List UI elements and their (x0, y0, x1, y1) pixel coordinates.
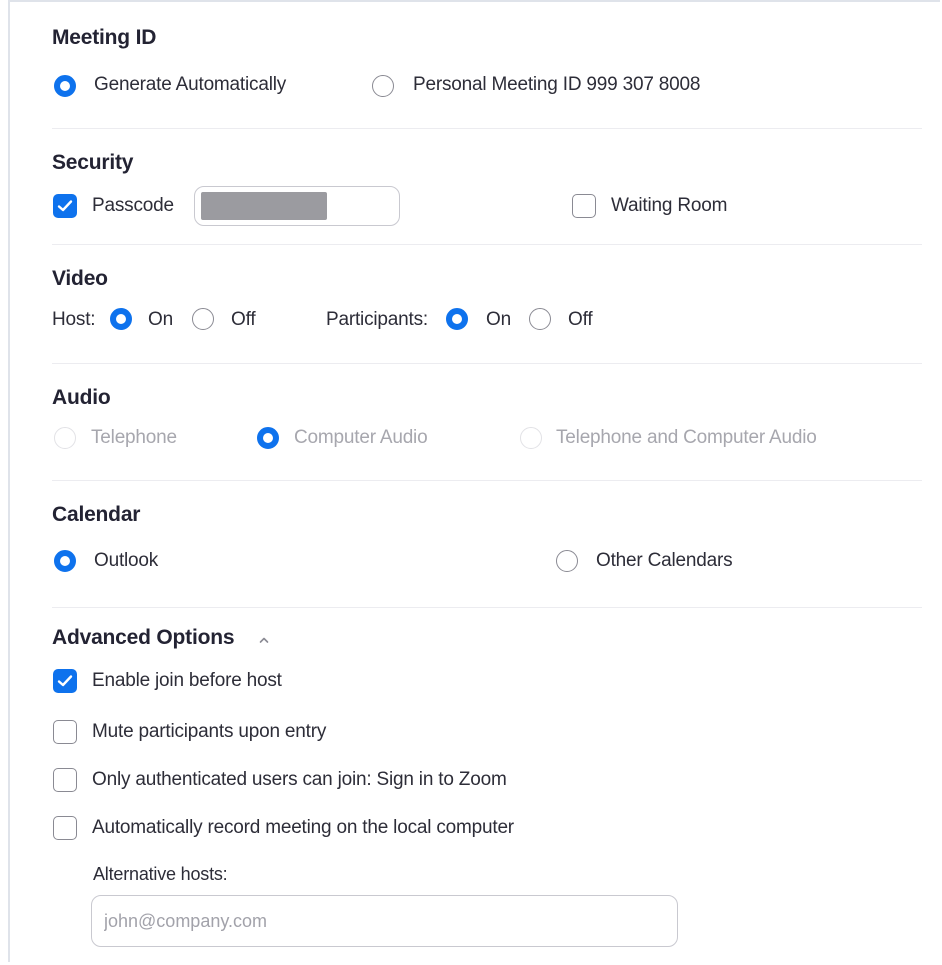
computer-audio-radio[interactable] (257, 427, 279, 449)
outlook-radio[interactable] (54, 550, 76, 572)
telephone-label[interactable]: Telephone (91, 427, 177, 449)
alternative-hosts-input[interactable] (91, 895, 678, 947)
meeting-id-heading: Meeting ID (52, 26, 157, 49)
passcode-checkbox[interactable] (53, 194, 77, 218)
divider (52, 607, 922, 608)
divider (52, 128, 922, 129)
waiting-room-checkbox[interactable] (572, 194, 596, 218)
telephone-and-computer-audio-label[interactable]: Telephone and Computer Audio (556, 427, 817, 449)
telephone-and-computer-audio-radio[interactable] (520, 427, 542, 449)
auto-record-label[interactable]: Automatically record meeting on the loca… (92, 817, 514, 839)
participants-video-off-label[interactable]: Off (568, 309, 593, 331)
alternative-hosts-label: Alternative hosts: (93, 864, 228, 884)
chevron-up-icon[interactable] (258, 634, 270, 646)
personal-meeting-id-label[interactable]: Personal Meeting ID 999 307 8008 (413, 74, 700, 96)
waiting-room-label[interactable]: Waiting Room (611, 195, 727, 217)
participants-video-label: Participants: (326, 309, 428, 330)
checkmark-icon (57, 675, 73, 687)
passcode-input[interactable] (194, 186, 400, 226)
audio-heading: Audio (52, 386, 111, 409)
other-calendars-label[interactable]: Other Calendars (596, 550, 733, 572)
telephone-radio[interactable] (54, 427, 76, 449)
checkmark-icon (57, 200, 73, 212)
video-heading: Video (52, 267, 108, 290)
outlook-label[interactable]: Outlook (94, 550, 158, 572)
host-video-off-radio[interactable] (192, 308, 214, 330)
passcode-label[interactable]: Passcode (92, 195, 174, 217)
participants-video-off-radio[interactable] (529, 308, 551, 330)
other-calendars-radio[interactable] (556, 550, 578, 572)
personal-meeting-id-radio[interactable] (372, 75, 394, 97)
mute-participants-checkbox[interactable] (53, 720, 77, 744)
enable-join-before-host-checkbox[interactable] (53, 669, 77, 693)
passcode-redacted-value (201, 192, 327, 220)
divider (52, 244, 922, 245)
enable-join-before-host-label[interactable]: Enable join before host (92, 670, 282, 692)
divider (52, 480, 922, 481)
security-heading: Security (52, 151, 134, 174)
participants-video-on-label[interactable]: On (486, 309, 511, 331)
computer-audio-label[interactable]: Computer Audio (294, 427, 428, 449)
divider (52, 363, 922, 364)
participants-video-on-radio[interactable] (446, 308, 468, 330)
authenticated-users-label[interactable]: Only authenticated users can join: Sign … (92, 769, 507, 791)
authenticated-users-checkbox[interactable] (53, 768, 77, 792)
generate-automatically-radio[interactable] (54, 75, 76, 97)
generate-automatically-label[interactable]: Generate Automatically (94, 74, 286, 96)
calendar-heading: Calendar (52, 503, 141, 526)
advanced-options-heading[interactable]: Advanced Options (52, 626, 235, 650)
host-video-on-radio[interactable] (110, 308, 132, 330)
host-video-on-label[interactable]: On (148, 309, 173, 331)
mute-participants-label[interactable]: Mute participants upon entry (92, 721, 326, 743)
host-video-off-label[interactable]: Off (231, 309, 256, 331)
auto-record-checkbox[interactable] (53, 816, 77, 840)
host-video-label: Host: (52, 309, 96, 330)
